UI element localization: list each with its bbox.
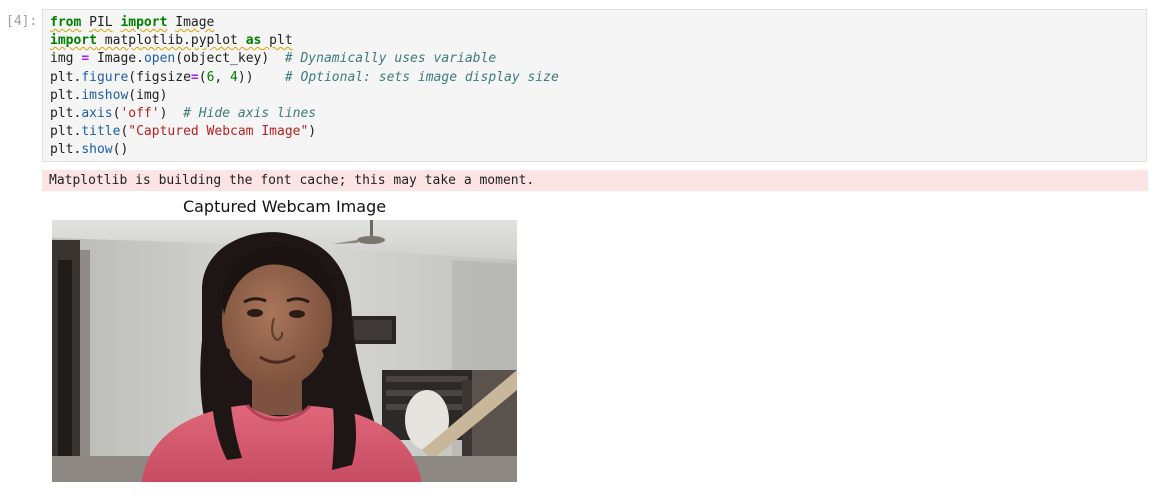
code-token: plt. (50, 124, 82, 140)
code-lines: from PIL import Image import matplotlib.p… (50, 14, 559, 160)
code-line: plt.imshow(img) (50, 87, 559, 105)
code-token: )) (237, 69, 285, 85)
code-token: (img) (128, 87, 168, 103)
code-line: plt.axis('off') # Hide axis lines (50, 105, 559, 123)
code-token: , (214, 69, 231, 85)
figure-title: Captured Webcam Image (182, 197, 387, 216)
webcam-photo-illustration (52, 220, 517, 482)
code-token: show (81, 142, 113, 158)
code-token: (figsize (128, 69, 191, 85)
stderr-output: Matplotlib is building the font cache; t… (42, 170, 1148, 191)
code-token: = (190, 69, 199, 85)
code-token: as (245, 33, 262, 49)
code-token: ) (159, 105, 184, 121)
code-token: img (50, 51, 82, 67)
code-token: (object_key) (175, 51, 285, 67)
stderr-text: Matplotlib is building the font cache; t… (49, 173, 535, 188)
code-token: "Captured Webcam Image" (128, 124, 309, 140)
code-token: figure (81, 69, 129, 85)
code-token: Image (175, 15, 215, 30)
code-token: = (81, 51, 90, 67)
code-line: plt.figure(figsize=(6, 4)) # Optional: s… (50, 69, 559, 87)
code-token: axis (81, 105, 113, 121)
code-token: PIL (89, 15, 113, 30)
code-editor[interactable]: from PIL import Image import matplotlib.p… (42, 9, 1147, 162)
code-token: ) (308, 124, 317, 140)
code-token: # Hide axis lines (183, 105, 317, 121)
code-line: img = Image.open(object_key) # Dynamical… (50, 50, 559, 68)
code-token: imshow (81, 87, 129, 103)
code-token: 'off' (120, 105, 160, 121)
code-token: matplotlib.pyplot (96, 33, 246, 49)
code-token: () (112, 142, 129, 158)
code-token: # Optional: sets image display size (284, 69, 559, 85)
code-token: # Dynamically uses variable (284, 51, 497, 67)
code-token: ( (198, 69, 207, 85)
code-line: import matplotlib.pyplot as plt (50, 32, 559, 50)
code-line: plt.title("Captured Webcam Image") (50, 123, 559, 141)
code-line: plt.show() (50, 141, 559, 159)
code-token: import (120, 15, 168, 30)
code-token: plt. (50, 142, 82, 158)
code-token: plt. (50, 87, 82, 103)
notebook-cell: [4]: from PIL import Image import matplot… (0, 0, 1157, 498)
code-line: from PIL import Image (50, 14, 559, 32)
webcam-image (52, 220, 517, 482)
code-token: plt. (50, 105, 82, 121)
code-token: from (50, 15, 82, 30)
code-token: Image. (89, 51, 144, 67)
code-token: title (81, 124, 121, 140)
code-token: import (50, 33, 97, 49)
code-token: open (143, 51, 176, 67)
code-token: plt. (50, 69, 82, 85)
code-token: 4 (230, 69, 238, 85)
code-token: plt (261, 33, 293, 49)
execution-count: [4]: (6, 14, 38, 29)
